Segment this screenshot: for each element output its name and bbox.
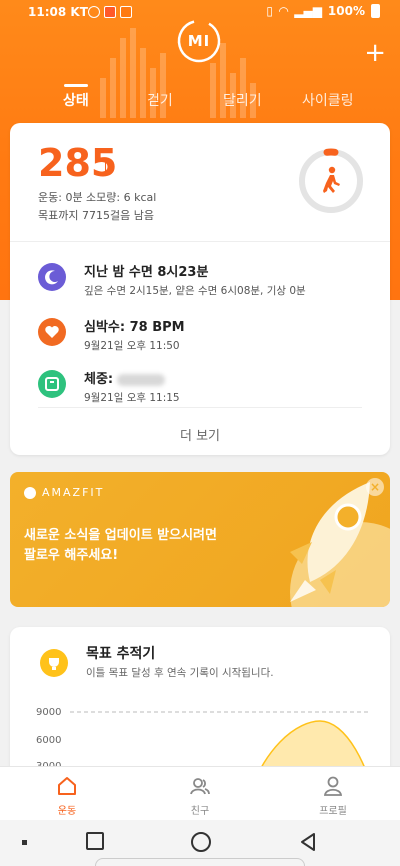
divider	[38, 407, 362, 408]
more-button[interactable]: 더 보기	[10, 425, 390, 444]
sleep-detail: 깊은 수면 2시15분, 얕은 수면 6시08분, 기상 0분	[84, 285, 306, 297]
recents-icon[interactable]	[86, 832, 104, 850]
friends-icon	[190, 778, 210, 795]
back-icon[interactable]	[298, 832, 318, 852]
amazfit-brand: AMAZFIT	[24, 486, 104, 499]
tab-status[interactable]: 상태	[63, 90, 89, 110]
active-tab-indicator	[64, 84, 88, 87]
close-icon[interactable]: ×	[366, 478, 384, 496]
y-tick: 9000	[36, 707, 62, 718]
step-progress-ring[interactable]	[297, 147, 365, 215]
sleep-moon-icon	[38, 263, 66, 291]
system-nav-bar	[0, 820, 400, 866]
nav-friends[interactable]: 친구	[165, 775, 235, 817]
status-time: 11:08 KT	[28, 5, 88, 19]
tab-cycling[interactable]: 사이클링	[302, 90, 354, 110]
banner-message: 새로운 소식을 업데이트 받으시려면 팔로우 해주세요!	[24, 528, 217, 563]
battery-icon	[371, 4, 380, 18]
weight-time: 9월21일 오후 11:15	[84, 392, 180, 404]
nav-profile[interactable]: 프로필	[298, 775, 368, 817]
phone-icon	[105, 161, 110, 173]
vibrate-icon: ▯	[266, 4, 273, 18]
summary-card[interactable]: 285 운동: 0분 소모량: 6 kcal 목표까지 7715걸음 남음 지난…	[10, 123, 390, 455]
nav-workout[interactable]: 운동	[32, 775, 102, 817]
bottom-nav: 운동 친구 프로필	[0, 766, 400, 820]
weight-title: 체중:	[84, 368, 166, 387]
notification-icon	[88, 6, 100, 18]
mi-logo[interactable]: MI	[176, 18, 222, 64]
wifi-icon: ◠	[279, 4, 289, 18]
hidden-weight-value	[117, 373, 166, 386]
trophy-icon	[40, 649, 68, 677]
activity-summary: 운동: 0분 소모량: 6 kcal	[38, 191, 157, 204]
walking-icon	[323, 166, 340, 193]
divider	[10, 241, 390, 242]
heart-icon	[38, 318, 66, 346]
gesture-pill	[95, 858, 305, 866]
heart-rate-time: 9월21일 오후 11:50	[84, 340, 180, 352]
app-notification-icon	[104, 6, 116, 18]
app-screen: 11:08 KT ▯ ◠ ▂▄▆ 100% MI + 상태 걷기 달리기 사이클…	[0, 0, 400, 866]
amazfit-logo-icon	[24, 486, 36, 499]
activity-tabs: 상태 걷기 달리기 사이클링	[0, 86, 400, 116]
status-right: ▯ ◠ ▂▄▆ 100%	[266, 4, 380, 18]
sleep-title: 지난 밤 수면 8시23분	[84, 265, 209, 280]
amazfit-banner[interactable]: AMAZFIT 새로운 소식을 업데이트 받으시려면 팔로우 해주세요! ×	[10, 472, 390, 607]
profile-icon	[323, 776, 343, 796]
heart-rate-title: 심박수: 78 BPM	[84, 320, 185, 335]
battery-percent: 100%	[327, 4, 365, 18]
signal-icon: ▂▄▆	[294, 4, 322, 18]
y-tick: 6000	[36, 735, 62, 746]
goal-tracker-subtitle: 이틀 목표 달성 후 연속 기록이 시작됩니다.	[86, 667, 274, 679]
goal-remaining: 목표까지 7715걸음 남음	[38, 209, 154, 222]
notification-icons	[88, 6, 132, 18]
dot-icon[interactable]	[22, 840, 27, 845]
home-circle-icon[interactable]	[191, 832, 211, 852]
goal-tracker-title: 목표 추적기	[86, 646, 156, 662]
scale-icon	[38, 370, 66, 398]
tab-walk[interactable]: 걷기	[147, 90, 173, 110]
home-icon	[58, 777, 76, 795]
tab-run[interactable]: 달리기	[223, 90, 262, 110]
app-notification-icon	[120, 6, 132, 18]
add-button[interactable]: +	[364, 40, 386, 66]
